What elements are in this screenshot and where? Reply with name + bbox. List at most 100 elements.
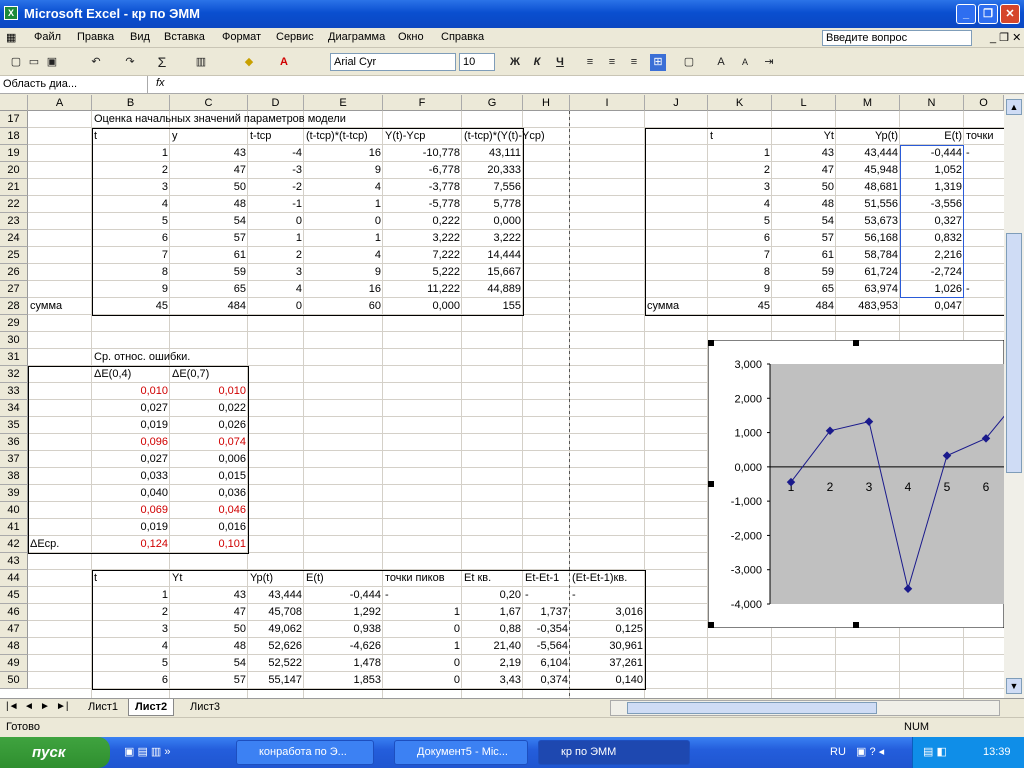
undo-icon[interactable]: ↶ bbox=[86, 54, 106, 71]
table1-sum-cell[interactable]: 60 bbox=[304, 298, 383, 315]
table2-cell[interactable]: 43 bbox=[772, 145, 836, 162]
table4-cell[interactable]: 6,104 bbox=[523, 655, 570, 672]
menu-tools[interactable]: Сервис bbox=[276, 31, 314, 43]
table3-cell[interactable]: 0,016 bbox=[170, 519, 248, 536]
save-icon[interactable]: ▣ bbox=[44, 54, 60, 71]
table2-cell[interactable] bbox=[964, 179, 1004, 196]
table3-cell[interactable]: 0,010 bbox=[92, 383, 170, 400]
table4-cell[interactable]: - bbox=[383, 587, 462, 604]
table1-cell[interactable]: 7,222 bbox=[383, 247, 462, 264]
tab-nav-last-icon[interactable]: ►| bbox=[56, 701, 69, 712]
error-line-chart[interactable]: 3,000 2,000 1,000 0,000 -1,000 -2,000 -3,000 -4… bbox=[708, 340, 1004, 628]
row-header-17[interactable]: 17 bbox=[0, 111, 28, 128]
table3-cell[interactable]: 0,026 bbox=[170, 417, 248, 434]
table1-cell[interactable]: 9 bbox=[304, 162, 383, 179]
table1-cell[interactable]: 50 bbox=[170, 179, 248, 196]
table1-cell[interactable]: -10,778 bbox=[383, 145, 462, 162]
table1-cell[interactable]: 1 bbox=[304, 230, 383, 247]
scroll-thumb[interactable] bbox=[1006, 233, 1022, 473]
table4-cell[interactable]: 0,374 bbox=[523, 672, 570, 689]
table1-cell[interactable]: 0,000 bbox=[462, 213, 523, 230]
bold-button[interactable]: Ж bbox=[508, 54, 522, 71]
row-header-20[interactable]: 20 bbox=[0, 162, 28, 179]
table1-cell[interactable]: 9 bbox=[304, 264, 383, 281]
table2-header[interactable]: Yp(t) bbox=[836, 128, 900, 145]
table2-header[interactable]: E(t) bbox=[900, 128, 964, 145]
table1-cell[interactable]: -4 bbox=[248, 145, 304, 162]
table2-cell[interactable]: 0,327 bbox=[900, 213, 964, 230]
row-header-18[interactable]: 18 bbox=[0, 128, 28, 145]
table1-cell[interactable]: -6,778 bbox=[383, 162, 462, 179]
table1-cell[interactable]: 5,778 bbox=[462, 196, 523, 213]
table4-cell[interactable]: 1 bbox=[92, 587, 170, 604]
table2-cell[interactable]: - bbox=[964, 281, 1004, 298]
table4-cell[interactable]: 47 bbox=[170, 604, 248, 621]
table2-cell[interactable] bbox=[964, 213, 1004, 230]
table1-cell[interactable]: 7 bbox=[92, 247, 170, 264]
merge-center-icon[interactable]: ⊞ bbox=[650, 54, 666, 71]
menu-chart[interactable]: Диаграмма bbox=[328, 31, 385, 43]
table1-header[interactable]: y bbox=[170, 128, 248, 145]
table1-sum-cell[interactable]: 0,000 bbox=[383, 298, 462, 315]
table4-cell[interactable]: 1,853 bbox=[304, 672, 383, 689]
table3-avg-cell[interactable]: 0,124 bbox=[92, 536, 170, 553]
minimize-button[interactable]: _ bbox=[956, 4, 976, 24]
table1-cell[interactable]: 1 bbox=[248, 230, 304, 247]
table3-header[interactable]: ΔE(0,7) bbox=[170, 366, 248, 383]
row-header-48[interactable]: 48 bbox=[0, 638, 28, 655]
table2-cell[interactable]: 45,948 bbox=[836, 162, 900, 179]
table2-sum-cell[interactable]: 483,953 bbox=[836, 298, 900, 315]
row-header-36[interactable]: 36 bbox=[0, 434, 28, 451]
table2-sum-cell[interactable]: 0,047 bbox=[900, 298, 964, 315]
table3-cell[interactable]: 0,019 bbox=[92, 417, 170, 434]
table3-cell[interactable]: 0,010 bbox=[170, 383, 248, 400]
table4-cell[interactable]: 1,292 bbox=[304, 604, 383, 621]
align-center-icon[interactable]: ≡ bbox=[604, 54, 620, 71]
task-excel[interactable]: кр по ЭММ bbox=[538, 740, 690, 765]
tab-sheet1[interactable]: Лист1 bbox=[82, 699, 124, 716]
table2-cell[interactable]: 6 bbox=[708, 230, 772, 247]
table1-cell[interactable]: 44,889 bbox=[462, 281, 523, 298]
tab-sheet3[interactable]: Лист3 bbox=[184, 699, 226, 716]
table2-sum-cell[interactable]: 484 bbox=[772, 298, 836, 315]
table3-cell[interactable]: 0,027 bbox=[92, 451, 170, 468]
table2-cell[interactable]: 8 bbox=[708, 264, 772, 281]
table1-cell[interactable]: 1 bbox=[92, 145, 170, 162]
table2-cell[interactable] bbox=[964, 230, 1004, 247]
table2-cell[interactable]: 2,216 bbox=[900, 247, 964, 264]
table2-cell[interactable]: 48,681 bbox=[836, 179, 900, 196]
table2-cell[interactable]: 0,832 bbox=[900, 230, 964, 247]
table2-cell[interactable]: 7 bbox=[708, 247, 772, 264]
table3-cell[interactable]: 0,074 bbox=[170, 434, 248, 451]
table2-cell[interactable] bbox=[964, 162, 1004, 179]
row-header-45[interactable]: 45 bbox=[0, 587, 28, 604]
table2-cell[interactable]: -3,556 bbox=[900, 196, 964, 213]
table2-header[interactable]: t bbox=[708, 128, 772, 145]
menu-edit[interactable]: Правка bbox=[77, 31, 114, 43]
table1-cell[interactable]: -3,778 bbox=[383, 179, 462, 196]
table2-cell[interactable]: 1,026 bbox=[900, 281, 964, 298]
table2-cell[interactable] bbox=[964, 264, 1004, 281]
row-header-35[interactable]: 35 bbox=[0, 417, 28, 434]
tab-nav-first-icon[interactable]: |◄ bbox=[6, 701, 19, 712]
column-header-J[interactable]: J bbox=[645, 95, 708, 111]
tab-sheet2[interactable]: Лист2 bbox=[128, 699, 175, 716]
row-header-31[interactable]: 31 bbox=[0, 349, 28, 366]
table1-cell[interactable]: 5 bbox=[92, 213, 170, 230]
table4-cell[interactable]: 0,125 bbox=[570, 621, 645, 638]
table1-cell[interactable]: 54 bbox=[170, 213, 248, 230]
table3-cell[interactable]: 0,019 bbox=[92, 519, 170, 536]
table3-title[interactable]: Ср. относ. ошибки. bbox=[92, 349, 242, 366]
close-button[interactable]: ✕ bbox=[1000, 4, 1020, 24]
table3-cell[interactable]: 0,046 bbox=[170, 502, 248, 519]
table1-cell[interactable]: 43,111 bbox=[462, 145, 523, 162]
table2-sum-label[interactable]: сумма bbox=[645, 298, 708, 315]
table4-cell[interactable]: -0,444 bbox=[304, 587, 383, 604]
table2-cell[interactable]: 48 bbox=[772, 196, 836, 213]
table4-cell[interactable]: 0,140 bbox=[570, 672, 645, 689]
table4-cell[interactable]: 48 bbox=[170, 638, 248, 655]
column-header-B[interactable]: B bbox=[92, 95, 170, 111]
table4-cell[interactable]: 37,261 bbox=[570, 655, 645, 672]
table2-cell[interactable]: 1 bbox=[708, 145, 772, 162]
font-name-select[interactable]: Arial Cyr bbox=[330, 53, 456, 71]
